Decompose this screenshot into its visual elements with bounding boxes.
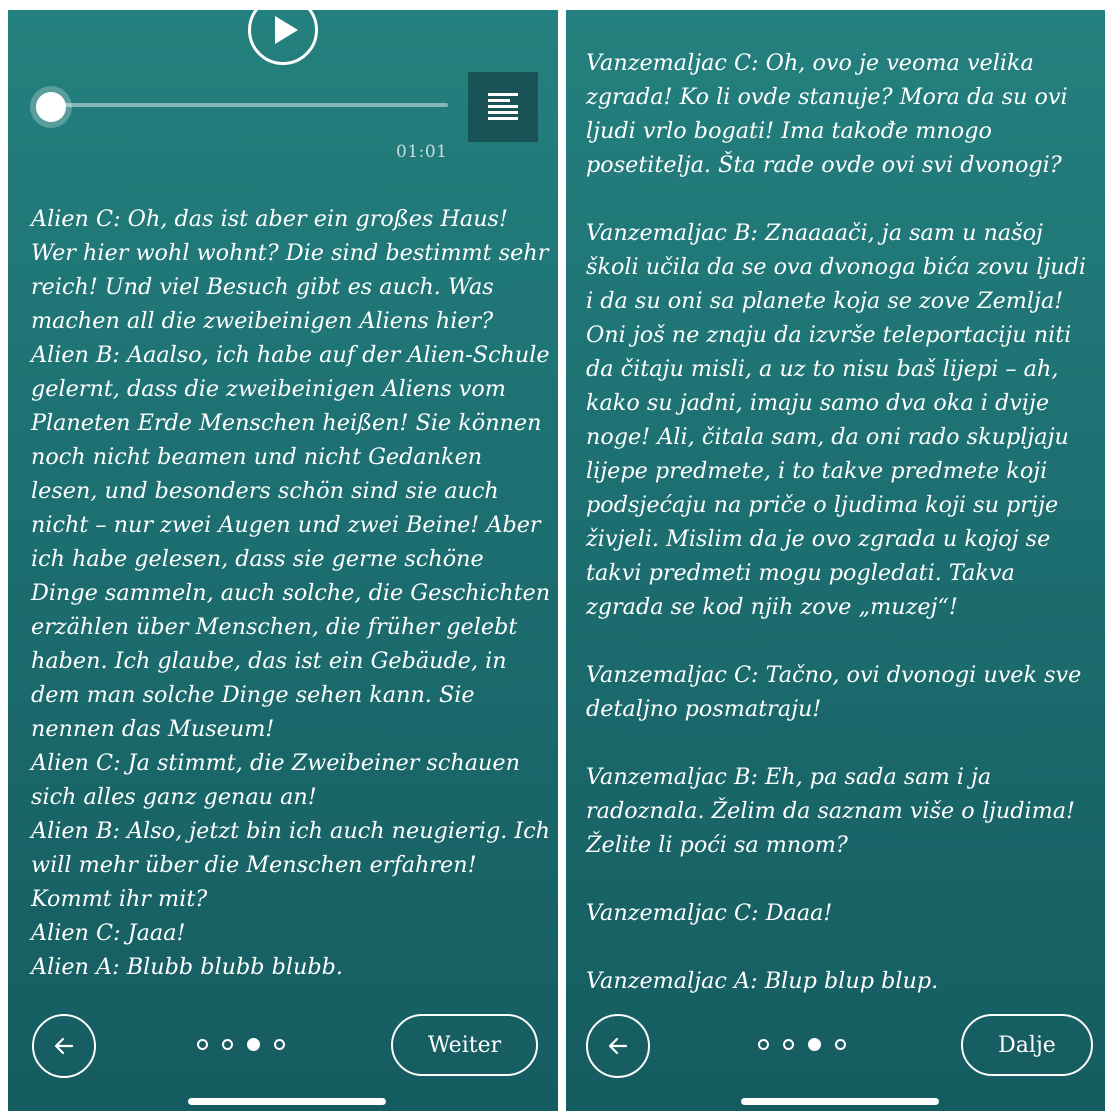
play-button[interactable] xyxy=(248,10,318,65)
audio-progress-thumb[interactable] xyxy=(30,86,72,128)
back-button[interactable] xyxy=(32,1014,96,1078)
page-dot[interactable] xyxy=(197,1039,208,1050)
transcript-paragraph: Vanzemaljac C: Tačno, ovi dvonogi uvek s… xyxy=(586,662,1082,722)
text-lines-icon xyxy=(488,93,518,120)
left-screen: 01:01 Alien C: Oh, das ist aber ein groß… xyxy=(8,10,558,1111)
transcript-paragraph: Alien C: Ja stimmt, die Zweibeiner schau… xyxy=(31,750,520,810)
transcript-paragraph: Vanzemaljac B: Znaaaači, ja sam u našoj … xyxy=(586,220,1087,620)
page-dot[interactable] xyxy=(274,1039,285,1050)
transcript-paragraph: Vanzemaljac C: Oh, ovo je veoma velika z… xyxy=(586,50,1068,178)
home-indicator[interactable] xyxy=(741,1098,939,1105)
page-dot[interactable] xyxy=(835,1039,846,1050)
page-dot[interactable] xyxy=(222,1039,233,1050)
transcript-text: Vanzemaljac C: Oh, ovo je veoma velika z… xyxy=(586,46,1096,998)
transcript-paragraph: Vanzemaljac A: Blup blup blup. xyxy=(586,968,939,994)
page-dot-active[interactable] xyxy=(247,1038,260,1051)
page-indicator xyxy=(197,1038,285,1051)
transcript-paragraph: Vanzemaljac C: Daaa! xyxy=(586,900,833,926)
next-button[interactable]: Weiter xyxy=(391,1014,538,1076)
back-button[interactable] xyxy=(586,1014,650,1078)
next-button[interactable]: Dalje xyxy=(961,1014,1093,1076)
arrow-left-icon xyxy=(54,1037,74,1055)
page-dot[interactable] xyxy=(783,1039,794,1050)
play-icon xyxy=(275,16,298,44)
transcript-paragraph: Alien C: Oh, das ist aber ein großes Hau… xyxy=(31,206,549,334)
text-toggle-button[interactable] xyxy=(468,72,538,142)
page-dot-active[interactable] xyxy=(808,1038,821,1051)
audio-progress-track[interactable] xyxy=(52,103,448,107)
transcript-paragraph: Vanzemaljac B: Eh, pa sada sam i ja rado… xyxy=(586,764,1076,858)
transcript-text: Alien C: Oh, das ist aber ein großes Hau… xyxy=(31,202,551,984)
transcript-paragraph: Alien A: Blubb blubb blubb. xyxy=(31,954,344,980)
home-indicator[interactable] xyxy=(188,1098,386,1105)
transcript-paragraph: Alien C: Jaaa! xyxy=(31,920,186,946)
page-dot[interactable] xyxy=(758,1039,769,1050)
transcript-paragraph: Alien B: Aaalso, ich habe auf der Alien-… xyxy=(31,342,551,742)
audio-time: 01:01 xyxy=(396,142,448,162)
right-screen: Vanzemaljac C: Oh, ovo je veoma velika z… xyxy=(566,10,1105,1111)
transcript-paragraph: Alien B: Also, jetzt bin ich auch neugie… xyxy=(31,818,551,912)
arrow-left-icon xyxy=(608,1037,628,1055)
page-indicator xyxy=(758,1038,846,1051)
